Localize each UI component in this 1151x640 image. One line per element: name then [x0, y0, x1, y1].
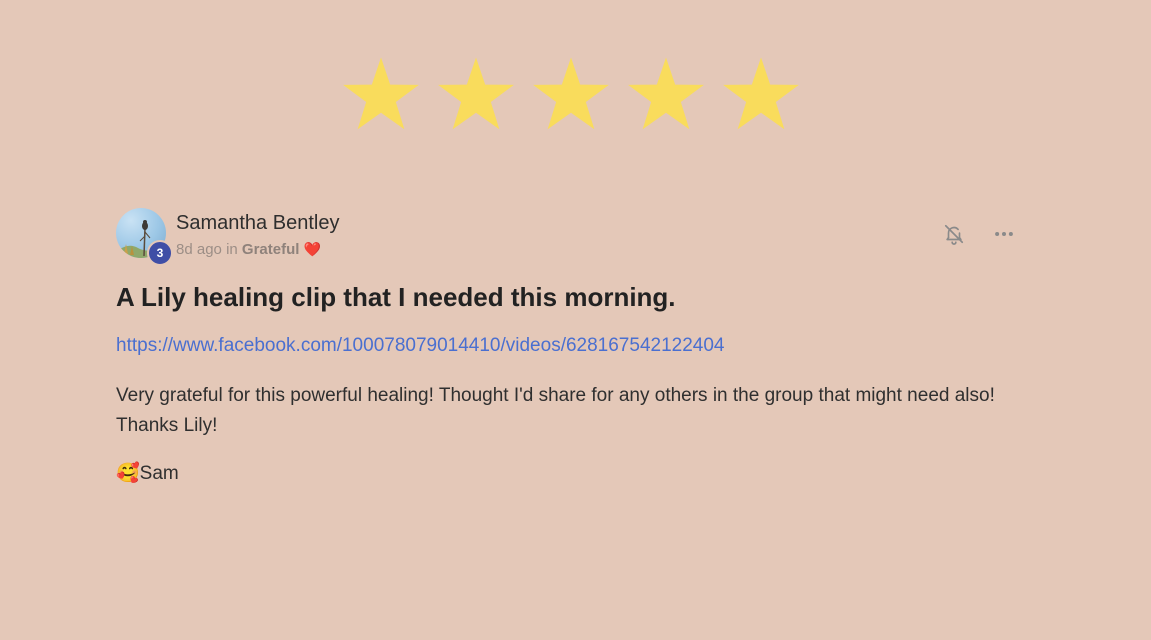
video-link[interactable]: https://www.facebook.com/100078079014410…: [116, 335, 724, 357]
star-icon: [343, 57, 419, 130]
body-paragraph: Very grateful for this powerful healing!…: [116, 385, 995, 406]
post-header: 3 Samantha Bentley 8d ago in Grateful ❤️: [116, 208, 1016, 266]
body-paragraph: Thanks Lily!: [116, 415, 218, 436]
post-body: Very grateful for this powerful healing!…: [116, 381, 1016, 441]
level-badge: 3: [147, 240, 173, 266]
time-ago: 8d ago: [176, 241, 222, 258]
author-name[interactable]: Samantha Bentley: [176, 212, 339, 235]
bell-off-icon: [944, 224, 964, 245]
star-rating: [340, 55, 802, 137]
star-icon: [438, 57, 514, 130]
post-meta: 8d ago in Grateful ❤️: [176, 241, 321, 258]
notifications-off-button[interactable]: [942, 222, 966, 246]
star-icon: [533, 57, 609, 130]
post-actions: [942, 222, 1016, 246]
more-options-button[interactable]: [992, 222, 1016, 246]
smiling-face-hearts-icon: 🥰: [116, 463, 140, 484]
signoff-name: Sam: [139, 463, 179, 484]
post-signoff: 🥰Sam: [116, 461, 1016, 485]
more-horizontal-icon: [995, 231, 1013, 237]
heart-icon: ❤️: [303, 241, 322, 257]
star-icon: [723, 57, 799, 130]
post-card: 3 Samantha Bentley 8d ago in Grateful ❤️: [116, 208, 1016, 485]
star-icon: [628, 57, 704, 130]
post-title: A Lily healing clip that I needed this m…: [116, 282, 676, 312]
category-link[interactable]: Grateful: [242, 241, 300, 258]
in-label: in: [226, 241, 238, 258]
